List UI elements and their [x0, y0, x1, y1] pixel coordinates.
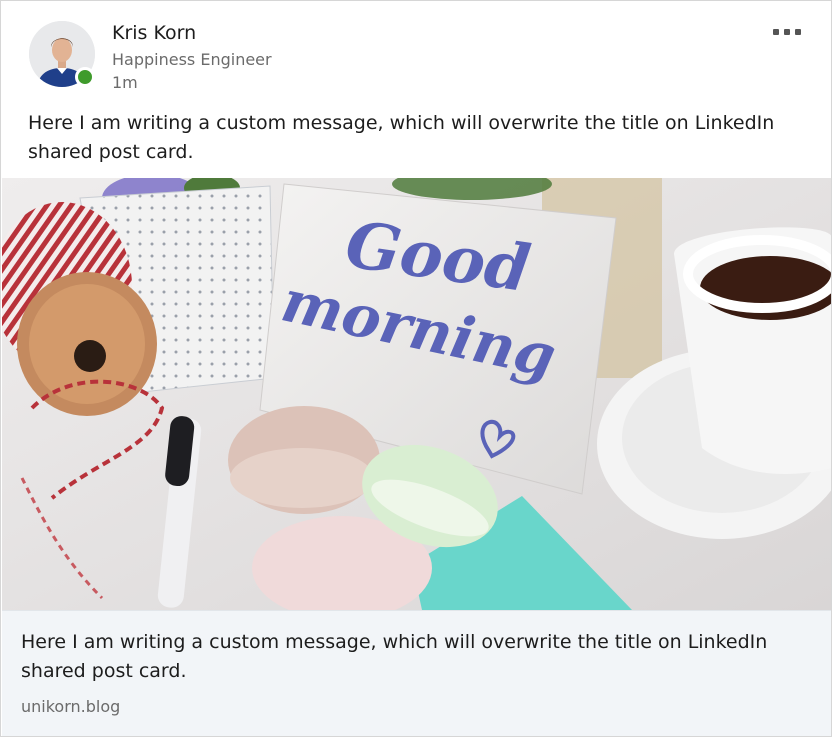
author-name[interactable]: Kris Korn: [112, 22, 196, 44]
more-horizontal-icon: [773, 29, 779, 35]
shared-post-image[interactable]: Good morning: [2, 178, 831, 610]
linkedin-post-card: Kris Korn Happiness Engineer 1m Here I a…: [0, 0, 832, 737]
post-message: Here I am writing a custom message, whic…: [28, 112, 775, 163]
link-preview-title[interactable]: Here I am writing a custom message, whic…: [21, 628, 811, 686]
author-title: Happiness Engineer: [112, 50, 272, 69]
link-preview[interactable]: Here I am writing a custom message, whic…: [2, 610, 831, 736]
good-morning-photo: Good morning: [2, 178, 831, 610]
post-timestamp: 1m: [112, 73, 138, 92]
link-preview-domain: unikorn.blog: [21, 697, 121, 716]
more-horizontal-icon: [795, 29, 801, 35]
more-options-button[interactable]: [769, 19, 809, 43]
post-header: Kris Korn Happiness Engineer 1m: [1, 1, 831, 101]
online-status-badge: [75, 67, 95, 87]
more-horizontal-icon: [784, 29, 790, 35]
